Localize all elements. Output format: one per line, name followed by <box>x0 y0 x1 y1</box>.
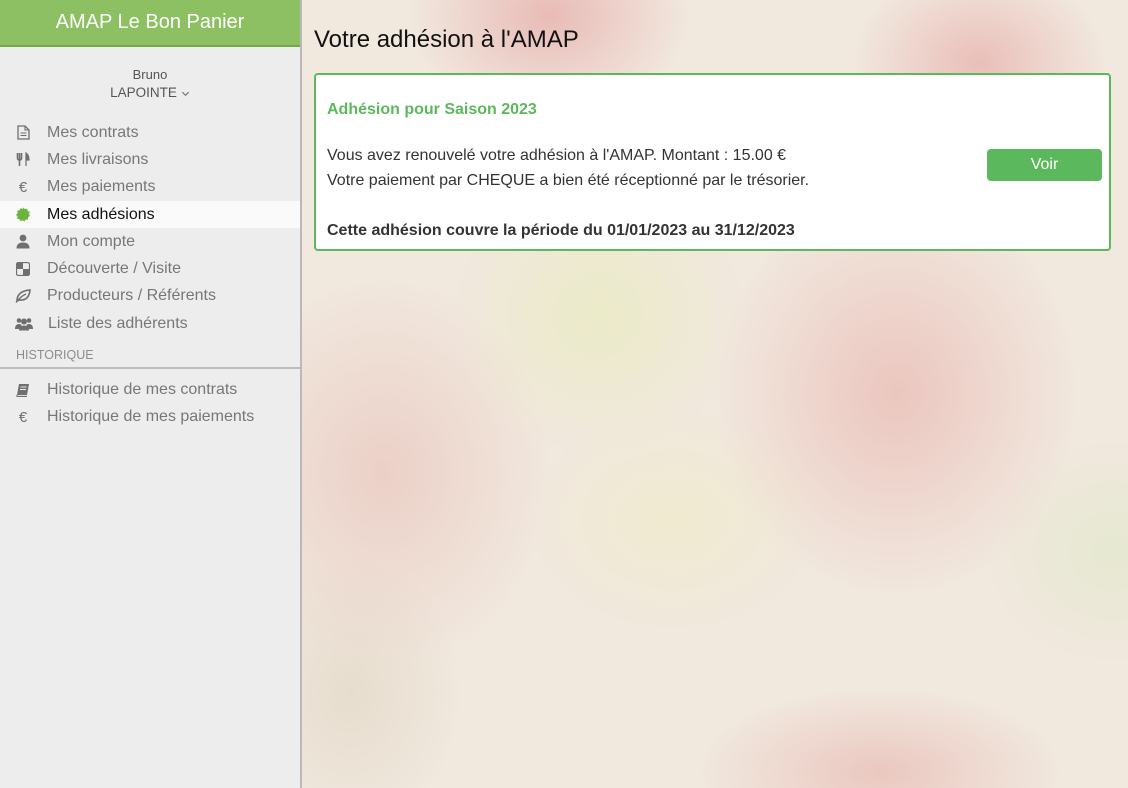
sidebar-item-mes-livraisons[interactable]: Mes livraisons <box>0 146 300 173</box>
membership-title: Adhésion pour Saison 2023 <box>327 101 537 118</box>
main-content: Votre adhésion à l'AMAP Adhésion pour Sa… <box>314 0 1114 251</box>
page-title: Votre adhésion à l'AMAP <box>314 26 579 53</box>
sidebar-item-label: Mes adhésions <box>47 205 155 223</box>
sidebar-item-liste-adherents[interactable]: Liste des adhérents <box>0 310 300 337</box>
euro-icon: € <box>18 408 28 426</box>
sidebar-item-label: Producteurs / Référents <box>47 287 216 305</box>
sidebar-item-mes-paiements[interactable]: € Mes paiements <box>0 174 300 201</box>
membership-card: Adhésion pour Saison 2023 Vous avez reno… <box>314 73 1111 251</box>
user-icon <box>15 234 31 250</box>
utensils-icon <box>15 152 31 168</box>
membership-payment-text: Votre paiement par CHEQUE a bien été réc… <box>327 172 810 189</box>
sidebar-item-label: Découverte / Visite <box>47 260 181 278</box>
sidebar-item-mon-compte[interactable]: Mon compte <box>0 228 300 255</box>
leaf-icon <box>15 288 31 304</box>
sidebar-item-label: Liste des adhérents <box>48 314 188 332</box>
app-title[interactable]: AMAP Le Bon Panier <box>0 0 300 47</box>
sidebar-item-label: Historique de mes paiements <box>47 408 255 426</box>
main-menu: Mes contrats Mes livraisons € Mes paieme… <box>0 119 300 337</box>
sidebar-item-historique-contrats[interactable]: Historique de mes contrats <box>0 376 300 403</box>
chevron-down-icon <box>181 91 189 96</box>
user-info: Bruno LAPOINTE <box>0 47 300 103</box>
user-first-name: Bruno <box>132 67 168 82</box>
history-section-title: HISTORIQUE <box>0 337 300 370</box>
history-menu: Historique de mes contrats € Historique … <box>0 376 300 431</box>
sidebar-item-decouverte-visite[interactable]: Découverte / Visite <box>0 255 300 282</box>
sidebar-item-producteurs-referents[interactable]: Producteurs / Référents <box>0 283 300 310</box>
membership-period-text: Cette adhésion couvre la période du 01/0… <box>327 222 795 239</box>
sidebar-item-label: Mes paiements <box>47 178 156 196</box>
book-icon <box>15 382 31 398</box>
sidebar-item-label: Historique de mes contrats <box>47 381 238 399</box>
users-icon <box>15 316 33 332</box>
sidebar-item-label: Mon compte <box>47 232 136 250</box>
badge-icon <box>15 207 31 223</box>
membership-renewal-text: Vous avez renouvelé votre adhésion à l'A… <box>327 147 787 164</box>
sidebar-item-mes-contrats[interactable]: Mes contrats <box>0 119 300 146</box>
file-icon <box>15 125 31 141</box>
user-last-name: LAPOINTE <box>110 85 177 100</box>
sidebar-item-label: Mes livraisons <box>47 150 149 168</box>
sidebar: AMAP Le Bon Panier Bruno LAPOINTE Mes co… <box>0 0 302 788</box>
sidebar-item-label: Mes contrats <box>47 123 139 141</box>
user-menu-toggle[interactable]: LAPOINTE <box>110 83 190 103</box>
sidebar-item-mes-adhesions[interactable]: Mes adhésions <box>0 200 300 229</box>
voir-button[interactable]: Voir <box>987 149 1102 181</box>
euro-icon: € <box>18 178 28 196</box>
sidebar-item-historique-paiements[interactable]: € Historique de mes paiements <box>0 404 300 431</box>
checkerboard-icon <box>15 261 31 277</box>
